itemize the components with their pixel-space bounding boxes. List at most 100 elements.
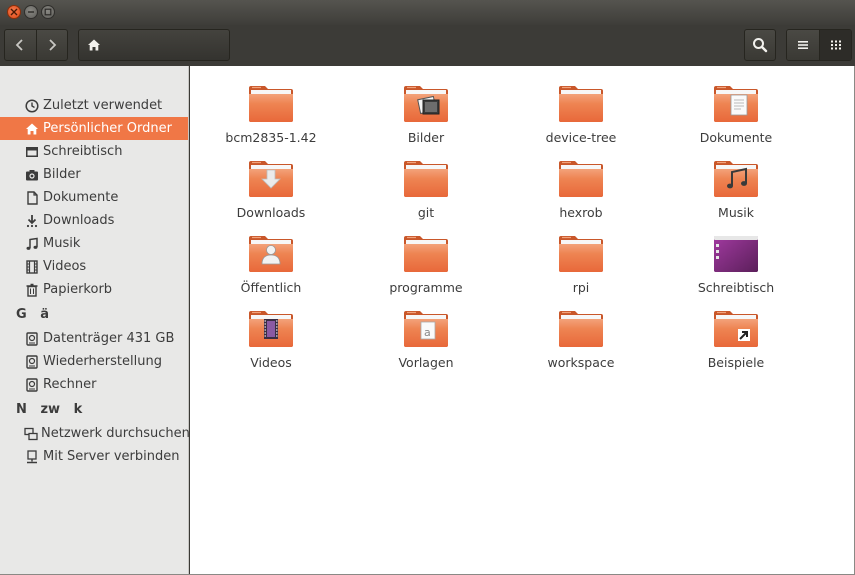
sidebar-header-devices: G ä [16,306,50,322]
sidebar-item-label: Bilder [43,167,81,182]
drive-icon [24,331,40,347]
file-item[interactable]: Musik [671,155,801,225]
close-icon [10,8,18,16]
file-item[interactable]: a Vorlagen [361,305,491,375]
sidebar: Zuletzt verwendet Persönlicher Ordner Sc… [0,66,190,575]
file-item[interactable]: programme [361,230,491,300]
list-view-button[interactable] [787,30,819,60]
maximize-window-button[interactable] [41,5,55,19]
file-item[interactable]: Bilder [361,80,491,150]
folder-icon [714,311,758,347]
folder-icon [404,161,448,197]
sidebar-item-browse-network[interactable]: Netzwerk durchsuchen [0,422,190,445]
sidebar-item-trash[interactable]: Papierkorb [0,278,188,301]
sidebar-item-desktop[interactable]: Schreibtisch [0,140,188,163]
sidebar-item-label: Mit Server verbinden [43,449,180,464]
file-item-label: Beispiele [707,355,765,370]
network-icon [24,426,38,442]
sidebar-item-label: Zuletzt verwendet [43,98,163,113]
svg-text:a: a [424,326,431,339]
search-icon [753,38,768,53]
sidebar-item-device-disk[interactable]: Datenträger 431 GB [0,327,188,350]
drive-icon [24,377,40,393]
sidebar-item-music[interactable]: Musik [0,232,188,255]
folder-icon [249,311,293,347]
close-window-button[interactable] [7,5,21,19]
file-item[interactable]: bcm2835-1.42 [206,80,336,150]
file-item-label: Schreibtisch [697,280,775,295]
music-icon [24,236,40,252]
file-item-label: Downloads [236,205,306,220]
file-item[interactable]: Öffentlich [206,230,336,300]
folder-icon [559,311,603,347]
folder-icon [249,161,293,197]
sidebar-item-label: Videos [43,259,87,274]
sidebar-header-network: N zw k [16,401,83,417]
file-item[interactable]: Dokumente [671,80,801,150]
file-view: bcm2835-1.42 Bilder device-tree Dokumente Do… [190,66,854,574]
home-icon [88,39,100,51]
forward-button[interactable] [35,30,67,60]
list-icon [798,41,808,49]
film-icon [24,259,40,275]
file-item-label: Videos [250,355,292,370]
desktop-icon [24,144,40,160]
file-item[interactable]: git [361,155,491,225]
sidebar-item-device-recovery[interactable]: Wiederherstellung [0,350,188,373]
folder-icon [404,236,448,272]
folder-icon [714,161,758,197]
file-item[interactable]: hexrob [516,155,646,225]
sidebar-item-videos[interactable]: Videos [0,255,188,278]
maximize-icon [44,8,52,16]
folder-icon [404,86,448,122]
folder-icon [714,86,758,122]
clock-icon [24,98,40,114]
file-item[interactable]: Downloads [206,155,336,225]
trash-icon [24,282,40,298]
path-bar [78,29,230,61]
sidebar-item-label: Dokumente [43,190,119,205]
file-item-label: Vorlagen [398,355,454,370]
navigation-buttons [4,29,68,61]
chevron-right-icon [49,39,57,51]
download-icon [24,213,40,229]
home-icon [24,121,40,137]
sidebar-item-device-computer[interactable]: Rechner [0,373,188,396]
sidebar-item-connect-server[interactable]: Mit Server verbinden [0,445,188,468]
sidebar-item-label: Downloads [43,213,115,228]
sidebar-item-home[interactable]: Persönlicher Ordner [0,117,188,140]
minimize-window-button[interactable] [24,5,38,19]
file-item-label: Dokumente [699,130,773,145]
sidebar-item-documents[interactable]: Dokumente [0,186,188,209]
sidebar-item-label: Papierkorb [43,282,113,297]
sidebar-item-label: Datenträger 431 GB [43,331,175,346]
sidebar-item-pictures[interactable]: Bilder [0,163,188,186]
title-bar [0,0,855,25]
file-item-label: rpi [572,280,590,295]
document-icon [24,190,40,206]
folder-icon [559,161,603,197]
sidebar-item-recent[interactable]: Zuletzt verwendet [0,94,188,117]
grid-icon [830,40,841,50]
file-item-label: Bilder [407,130,445,145]
path-home-button[interactable] [79,30,109,60]
camera-icon [24,167,40,183]
view-switcher [786,29,852,61]
sidebar-item-label: Wiederherstellung [43,354,162,369]
file-item[interactable]: workspace [516,305,646,375]
chevron-left-icon [16,39,24,51]
file-item[interactable]: Videos [206,305,336,375]
file-item[interactable]: device-tree [516,80,646,150]
folder-icon [559,86,603,122]
sidebar-item-downloads[interactable]: Downloads [0,209,188,232]
grid-view-button[interactable] [819,30,851,60]
file-item-label: hexrob [559,205,603,220]
sidebar-item-label: Schreibtisch [43,144,123,159]
back-button[interactable] [5,30,36,60]
file-item[interactable]: Beispiele [671,305,801,375]
file-item-label: workspace [547,355,615,370]
file-item[interactable]: Schreibtisch [671,230,801,300]
sidebar-item-label: Netzwerk durchsuchen [41,426,190,441]
file-item[interactable]: rpi [516,230,646,300]
search-button[interactable] [744,29,776,61]
